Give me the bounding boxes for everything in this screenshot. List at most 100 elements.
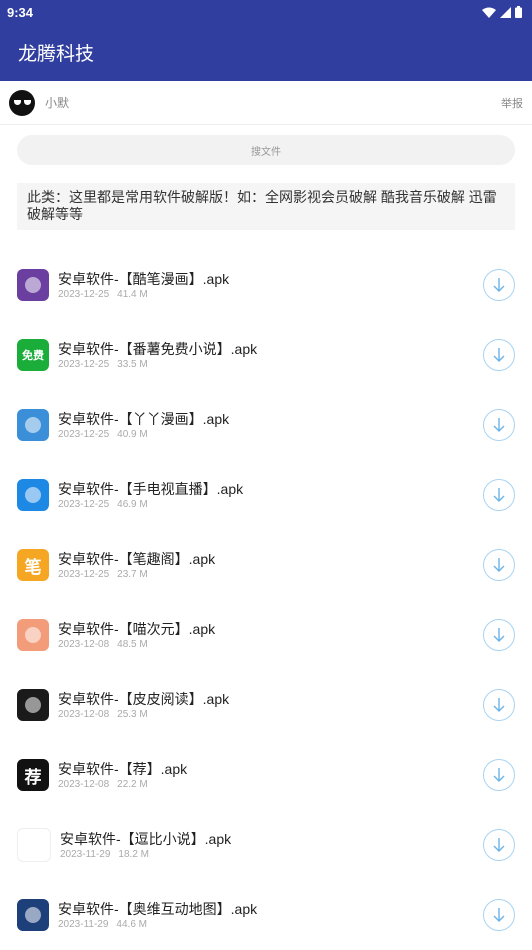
download-arrow-icon <box>493 698 505 712</box>
file-list-item[interactable]: 安卓软件-【丫丫漫画】.apk 2023-12-25 40.9 M <box>0 390 532 460</box>
download-arrow-icon <box>493 348 505 362</box>
file-text: 安卓软件-【番薯免费小说】.apk 2023-12-25 33.5 M <box>58 340 483 370</box>
file-meta: 2023-12-08 25.3 M <box>58 709 483 720</box>
file-meta: 2023-12-25 41.4 M <box>58 289 483 300</box>
download-arrow-icon <box>493 908 505 922</box>
app-title: 龙腾科技 <box>18 44 95 65</box>
search-placeholder: 搜文件 <box>251 146 281 158</box>
username[interactable]: 小默 <box>45 94 501 111</box>
file-size: 25.3 M <box>117 709 148 720</box>
file-meta: 2023-12-08 22.2 M <box>58 779 483 790</box>
category-description: 此类：这里都是常用软件破解版！如：全网影视会员破解 酷我音乐破解 迅雷破解等等 <box>17 183 515 230</box>
file-name[interactable]: 安卓软件-【喵次元】.apk <box>58 620 483 638</box>
file-meta: 2023-12-25 33.5 M <box>58 359 483 370</box>
file-list-item[interactable]: 安卓软件-【手电视直播】.apk 2023-12-25 46.9 M <box>0 460 532 530</box>
icon-shape <box>25 487 41 503</box>
file-name[interactable]: 安卓软件-【丫丫漫画】.apk <box>58 410 483 428</box>
icon-shape <box>26 837 42 853</box>
download-button[interactable] <box>483 269 515 301</box>
file-text: 安卓软件-【丫丫漫画】.apk 2023-12-25 40.9 M <box>58 410 483 440</box>
icon-shape <box>25 697 41 713</box>
file-size: 33.5 M <box>117 359 148 370</box>
download-arrow-icon <box>493 768 505 782</box>
file-meta: 2023-12-25 23.7 M <box>58 569 483 580</box>
file-meta: 2023-12-25 46.9 M <box>58 499 483 510</box>
avatar[interactable] <box>9 89 35 116</box>
file-name[interactable]: 安卓软件-【笔趣阁】.apk <box>58 550 483 568</box>
status-icons <box>482 6 522 18</box>
wifi-icon <box>482 7 496 18</box>
file-date: 2023-12-25 <box>58 569 110 580</box>
file-list-item[interactable]: 笔安卓软件-【笔趣阁】.apk 2023-12-25 23.7 M <box>0 530 532 600</box>
file-date: 2023-11-29 <box>58 919 109 930</box>
chat-bubble-face-icon <box>17 689 49 721</box>
jian-character-icon: 荐 <box>17 759 49 791</box>
avatar-eye-right <box>23 100 31 105</box>
download-arrow-icon <box>493 558 505 572</box>
file-text: 安卓软件-【笔趣阁】.apk 2023-12-25 23.7 M <box>58 550 483 580</box>
file-date: 2023-12-08 <box>58 709 110 720</box>
file-list-item[interactable]: 安卓软件-【酷笔漫画】.apk 2023-12-25 41.4 M <box>0 250 532 320</box>
cartoon-face-icon <box>17 828 51 862</box>
file-name[interactable]: 安卓软件-【番薯免费小说】.apk <box>58 340 483 358</box>
file-text: 安卓软件-【奥维互动地图】.apk 2023-11-29 44.6 M <box>58 900 483 930</box>
file-size: 22.2 M <box>117 779 148 790</box>
download-button[interactable] <box>483 409 515 441</box>
file-name[interactable]: 安卓软件-【荐】.apk <box>58 760 483 778</box>
file-list-item[interactable]: 安卓软件-【逗比小说】.apk 2023-11-29 18.2 M <box>0 810 532 880</box>
file-date: 2023-12-08 <box>58 639 110 650</box>
icon-shape <box>25 417 41 433</box>
file-text: 安卓软件-【喵次元】.apk 2023-12-08 48.5 M <box>58 620 483 650</box>
download-button[interactable] <box>483 479 515 511</box>
file-name[interactable]: 安卓软件-【奥维互动地图】.apk <box>58 900 483 918</box>
download-arrow-icon <box>493 838 505 852</box>
search-input[interactable]: 搜文件 <box>17 135 515 165</box>
file-date: 2023-12-25 <box>58 429 110 440</box>
report-link[interactable]: 举报 <box>501 95 523 111</box>
download-arrow-icon <box>493 488 505 502</box>
status-time: 9:34 <box>7 4 34 20</box>
tv-icon <box>17 479 49 511</box>
file-name[interactable]: 安卓软件-【酷笔漫画】.apk <box>58 270 483 288</box>
file-list: 安卓软件-【酷笔漫画】.apk 2023-12-25 41.4 M 免费 安卓软件-【番… <box>0 250 532 950</box>
app-bar: 龙腾科技 <box>0 24 532 81</box>
download-arrow-icon <box>493 278 505 292</box>
file-date: 2023-12-25 <box>58 289 110 300</box>
download-button[interactable] <box>483 339 515 371</box>
file-date: 2023-12-08 <box>58 779 110 790</box>
file-text: 安卓软件-【荐】.apk 2023-12-08 22.2 M <box>58 760 483 790</box>
file-text: 安卓软件-【逗比小说】.apk 2023-11-29 18.2 M <box>60 830 483 860</box>
globe-map-icon <box>17 899 49 931</box>
file-name[interactable]: 安卓软件-【皮皮阅读】.apk <box>58 690 483 708</box>
download-arrow-icon <box>493 628 505 642</box>
file-date: 2023-12-25 <box>58 359 110 370</box>
file-list-item[interactable]: 荐安卓软件-【荐】.apk 2023-12-08 22.2 M <box>0 740 532 810</box>
bi-character-icon: 笔 <box>17 549 49 581</box>
file-size: 23.7 M <box>117 569 148 580</box>
download-button[interactable] <box>483 829 515 861</box>
file-meta: 2023-11-29 44.6 M <box>58 919 483 930</box>
download-button[interactable] <box>483 549 515 581</box>
file-size: 44.6 M <box>116 919 147 930</box>
free-novel-icon: 免费 <box>17 339 49 371</box>
file-name[interactable]: 安卓软件-【逗比小说】.apk <box>60 830 483 848</box>
file-size: 41.4 M <box>117 289 148 300</box>
file-meta: 2023-12-25 40.9 M <box>58 429 483 440</box>
download-button[interactable] <box>483 899 515 931</box>
icon-shape <box>25 277 41 293</box>
file-list-item[interactable]: 免费 安卓软件-【番薯免费小说】.apk 2023-12-25 33.5 M <box>0 320 532 390</box>
download-button[interactable] <box>483 619 515 651</box>
file-size: 40.9 M <box>117 429 148 440</box>
anime-girl-icon <box>17 269 49 301</box>
file-name[interactable]: 安卓软件-【手电视直播】.apk <box>58 480 483 498</box>
file-list-item[interactable]: 安卓软件-【奥维互动地图】.apk 2023-11-29 44.6 M <box>0 880 532 950</box>
download-button[interactable] <box>483 689 515 721</box>
file-text: 安卓软件-【酷笔漫画】.apk 2023-12-25 41.4 M <box>58 270 483 300</box>
file-size: 18.2 M <box>118 849 149 860</box>
download-arrow-icon <box>493 418 505 432</box>
icon-shape <box>25 907 41 923</box>
file-list-item[interactable]: 安卓软件-【喵次元】.apk 2023-12-08 48.5 M <box>0 600 532 670</box>
bear-book-icon <box>17 409 49 441</box>
file-list-item[interactable]: 安卓软件-【皮皮阅读】.apk 2023-12-08 25.3 M <box>0 670 532 740</box>
download-button[interactable] <box>483 759 515 791</box>
